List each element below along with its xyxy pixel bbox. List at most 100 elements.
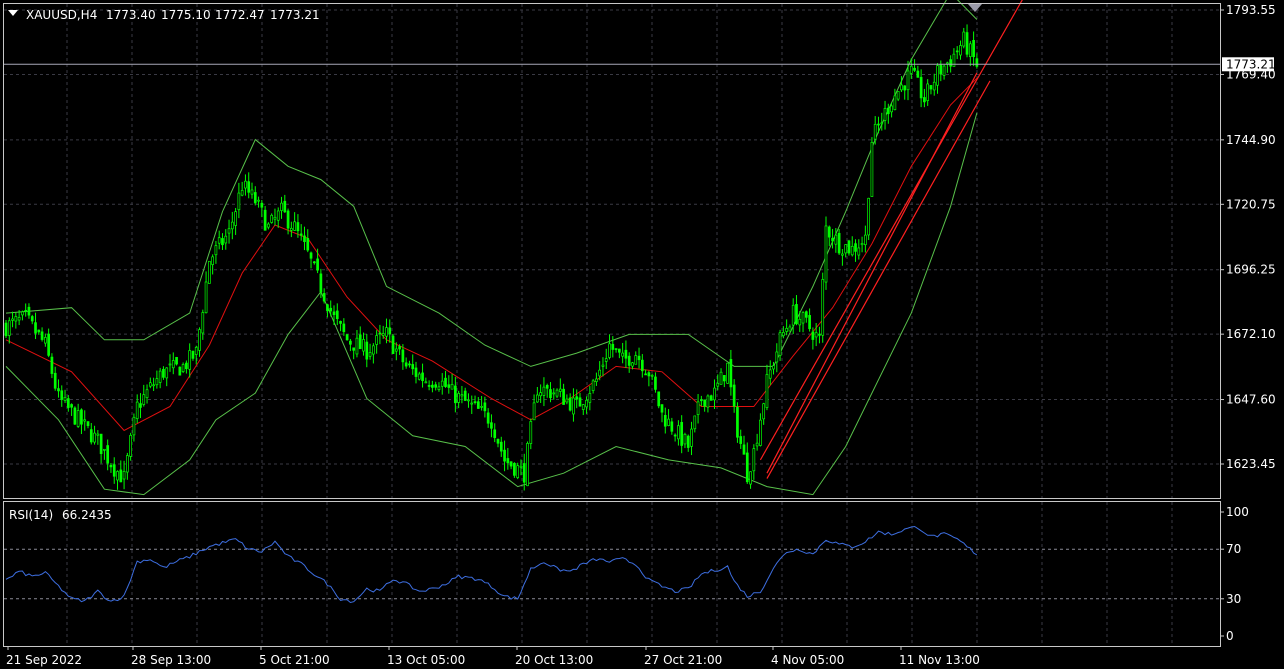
- candle-body: [191, 350, 195, 359]
- candle-body: [752, 448, 756, 472]
- candle-body: [690, 428, 693, 447]
- candle-body: [145, 389, 149, 398]
- candle-body: [178, 366, 182, 376]
- candle-body: [637, 355, 641, 361]
- candle-body: [880, 122, 884, 125]
- candle-body: [667, 418, 670, 426]
- candle-body: [739, 436, 743, 444]
- candle-body: [814, 332, 818, 338]
- candle-body: [270, 214, 274, 223]
- candle-body: [450, 384, 454, 390]
- trading-chart[interactable]: XAUUSD,H4 1773.40 1775.10 1772.47 1773.2…: [0, 0, 1284, 669]
- candle-body: [89, 429, 93, 443]
- candle-body: [558, 388, 562, 392]
- candle-body: [332, 311, 336, 316]
- candle-body: [709, 395, 713, 401]
- time-tick-label: 28 Sep 13:00: [131, 653, 211, 667]
- candle-body: [473, 401, 477, 403]
- candle-body: [513, 463, 516, 476]
- time-tick-label: 21 Sep 2022: [6, 653, 82, 667]
- candle-body: [263, 209, 267, 231]
- candle-body: [611, 343, 615, 350]
- candle-body: [722, 375, 726, 382]
- open-value: 1773.40: [106, 8, 156, 22]
- candle-body: [129, 435, 132, 457]
- candle-body: [139, 403, 142, 408]
- candle-body: [496, 438, 500, 444]
- candle-body: [37, 329, 41, 333]
- candle-body: [260, 202, 264, 208]
- candle-body: [565, 398, 569, 403]
- candle-body: [598, 369, 602, 377]
- candle-body: [112, 464, 116, 477]
- candle-body: [719, 371, 723, 385]
- candle-body: [80, 409, 83, 425]
- candle-body: [253, 192, 257, 204]
- candle-body: [96, 433, 100, 436]
- price-tick-label: 1720.75: [1226, 197, 1276, 211]
- candle-body: [457, 393, 460, 403]
- candle-body: [460, 394, 464, 397]
- candle-body: [706, 395, 710, 408]
- candle-body: [73, 407, 77, 425]
- candle-body: [106, 445, 110, 464]
- candle-body: [886, 107, 890, 115]
- low-value: 1772.47: [215, 8, 265, 22]
- candle-body: [171, 360, 175, 369]
- rsi-tick-label: 70: [1226, 542, 1241, 556]
- candle-body: [267, 223, 270, 228]
- candle-body: [296, 222, 300, 232]
- candle-body: [713, 387, 716, 401]
- candle-body: [519, 465, 523, 468]
- candle-body: [27, 306, 31, 316]
- candle-body: [811, 331, 815, 340]
- candle-body: [509, 461, 513, 467]
- candle-body: [916, 70, 920, 78]
- price-tick-label: 1793.55: [1226, 3, 1276, 17]
- candle-body: [765, 374, 769, 408]
- candle-body: [539, 392, 542, 397]
- current-price-tag: 1773.21: [1222, 57, 1276, 71]
- candle-body: [768, 369, 772, 379]
- candle-body: [493, 429, 497, 438]
- candle-body: [444, 377, 447, 387]
- candle-body: [293, 221, 296, 231]
- candle-body: [316, 258, 319, 271]
- candle-body: [873, 123, 877, 140]
- candle-body: [70, 404, 73, 408]
- candle-body: [234, 211, 237, 226]
- candle-body: [975, 58, 979, 67]
- candle-body: [716, 382, 720, 387]
- candle-body: [4, 322, 8, 337]
- candle-body: [404, 362, 408, 367]
- price-tick-label: 1672.10: [1226, 327, 1276, 341]
- candle-body: [604, 358, 608, 362]
- candle-body: [870, 141, 874, 197]
- candle-body: [700, 399, 703, 402]
- candle-body: [467, 399, 470, 402]
- candle-body: [883, 108, 887, 121]
- candle-body: [634, 355, 638, 365]
- current-price-tag-text: 1773.21: [1226, 57, 1276, 71]
- candle-body: [158, 370, 162, 383]
- candle-body: [381, 333, 385, 336]
- candle-body: [644, 373, 647, 376]
- candle-body: [867, 197, 870, 236]
- candle-body: [919, 76, 923, 99]
- candle-body: [854, 243, 857, 252]
- candle-body: [135, 401, 139, 419]
- candle-body: [470, 402, 474, 405]
- candle-body: [47, 333, 50, 356]
- candle-body: [923, 97, 926, 103]
- candle-body: [440, 380, 444, 387]
- candle-body: [965, 32, 969, 55]
- candle-body: [844, 244, 848, 254]
- candle-body: [581, 404, 585, 410]
- candle-body: [847, 240, 851, 254]
- candle-body: [217, 237, 221, 244]
- candle-body: [506, 458, 510, 464]
- candle-body: [729, 359, 733, 388]
- candle-body: [434, 384, 438, 388]
- candle-body: [624, 349, 628, 359]
- candle-body: [749, 471, 752, 485]
